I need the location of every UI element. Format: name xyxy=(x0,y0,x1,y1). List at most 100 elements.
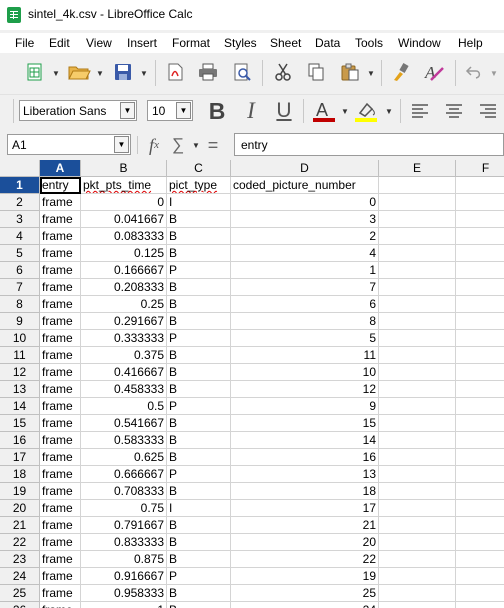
row-header[interactable]: 26 xyxy=(0,602,40,608)
row-header[interactable]: 3 xyxy=(0,211,40,228)
cell[interactable]: frame xyxy=(40,415,81,432)
undo-icon[interactable] xyxy=(462,61,486,83)
cell[interactable]: frame xyxy=(40,364,81,381)
cell[interactable] xyxy=(379,415,456,432)
cell[interactable] xyxy=(456,585,504,602)
row-header[interactable]: 21 xyxy=(0,517,40,534)
cell[interactable]: coded_picture_number xyxy=(231,177,379,194)
cell[interactable]: frame xyxy=(40,466,81,483)
cell[interactable]: B xyxy=(167,347,231,364)
clone-formatting-icon[interactable] xyxy=(389,61,413,83)
cell[interactable]: 19 xyxy=(231,568,379,585)
cell[interactable]: 13 xyxy=(231,466,379,483)
chevron-down-icon[interactable]: ▼ xyxy=(120,102,135,119)
font-color-dropdown-icon[interactable]: ▼ xyxy=(341,107,349,116)
cell[interactable]: frame xyxy=(40,245,81,262)
cell[interactable]: 0.041667 xyxy=(81,211,167,228)
cell[interactable]: 16 xyxy=(231,449,379,466)
cell[interactable]: 5 xyxy=(231,330,379,347)
cell[interactable] xyxy=(379,364,456,381)
cell[interactable] xyxy=(379,262,456,279)
highlight-color-icon[interactable] xyxy=(353,99,379,123)
italic-icon[interactable]: I xyxy=(239,98,263,123)
cell[interactable]: frame xyxy=(40,381,81,398)
cell[interactable]: frame xyxy=(40,585,81,602)
cell[interactable]: 0.708333 xyxy=(81,483,167,500)
cell[interactable]: 11 xyxy=(231,347,379,364)
cell[interactable] xyxy=(456,517,504,534)
paste-icon[interactable] xyxy=(337,61,363,83)
cell[interactable] xyxy=(379,483,456,500)
cell[interactable]: 0.375 xyxy=(81,347,167,364)
row-header[interactable]: 6 xyxy=(0,262,40,279)
paste-dropdown-icon[interactable]: ▼ xyxy=(367,69,375,78)
cell[interactable]: B xyxy=(167,585,231,602)
cell[interactable]: B xyxy=(167,415,231,432)
menu-file[interactable]: File xyxy=(15,36,34,50)
spreadsheet-grid[interactable]: A B C D E F 1 entry pkt_pts_time pict_type c… xyxy=(0,160,504,608)
cell[interactable]: 8 xyxy=(231,313,379,330)
cell[interactable]: frame xyxy=(40,534,81,551)
font-size-combobox[interactable]: 10 ▼ xyxy=(147,100,193,121)
cell[interactable] xyxy=(379,381,456,398)
cell[interactable] xyxy=(379,568,456,585)
cell[interactable] xyxy=(456,500,504,517)
cell[interactable]: frame xyxy=(40,194,81,211)
row-header[interactable]: 11 xyxy=(0,347,40,364)
export-pdf-icon[interactable] xyxy=(164,61,186,83)
cell[interactable]: 0 xyxy=(81,194,167,211)
cell[interactable]: 3 xyxy=(231,211,379,228)
cell[interactable]: 0.875 xyxy=(81,551,167,568)
cell[interactable] xyxy=(456,398,504,415)
cell[interactable]: 1 xyxy=(231,262,379,279)
column-header-c[interactable]: C xyxy=(167,160,231,177)
menu-tools[interactable]: Tools xyxy=(355,36,383,50)
cell[interactable] xyxy=(379,296,456,313)
column-header-d[interactable]: D xyxy=(231,160,379,177)
cell[interactable]: P xyxy=(167,568,231,585)
new-dropdown-icon[interactable]: ▼ xyxy=(52,69,60,78)
cell[interactable]: frame xyxy=(40,449,81,466)
cell[interactable]: 0 xyxy=(231,194,379,211)
cell[interactable]: frame xyxy=(40,500,81,517)
cell[interactable]: frame xyxy=(40,330,81,347)
row-header[interactable]: 8 xyxy=(0,296,40,313)
underline-icon[interactable]: U xyxy=(272,99,296,123)
menu-styles[interactable]: Styles xyxy=(224,36,257,50)
cell[interactable]: B xyxy=(167,602,231,608)
row-header[interactable]: 10 xyxy=(0,330,40,347)
cell[interactable]: frame xyxy=(40,483,81,500)
row-header[interactable]: 17 xyxy=(0,449,40,466)
row-header[interactable]: 2 xyxy=(0,194,40,211)
chevron-down-icon[interactable]: ▼ xyxy=(114,136,129,153)
cell[interactable] xyxy=(456,551,504,568)
row-header[interactable]: 22 xyxy=(0,534,40,551)
cell[interactable]: B xyxy=(167,313,231,330)
save-dropdown-icon[interactable]: ▼ xyxy=(140,69,148,78)
cell[interactable] xyxy=(379,602,456,608)
cell[interactable]: 0.5 xyxy=(81,398,167,415)
cell[interactable]: B xyxy=(167,551,231,568)
cell[interactable]: I xyxy=(167,194,231,211)
cell[interactable]: 15 xyxy=(231,415,379,432)
cell[interactable]: 1 xyxy=(81,602,167,608)
cell[interactable]: B xyxy=(167,296,231,313)
cell[interactable]: 0.541667 xyxy=(81,415,167,432)
cell[interactable]: P xyxy=(167,398,231,415)
cell[interactable]: 6 xyxy=(231,296,379,313)
cell[interactable]: 0.916667 xyxy=(81,568,167,585)
cell[interactable]: 2 xyxy=(231,228,379,245)
cell[interactable] xyxy=(379,347,456,364)
sum-icon[interactable]: ∑ xyxy=(170,134,186,156)
cell[interactable]: 0.791667 xyxy=(81,517,167,534)
cell[interactable]: 0.416667 xyxy=(81,364,167,381)
cell[interactable] xyxy=(456,534,504,551)
cell[interactable] xyxy=(456,194,504,211)
column-header-a[interactable]: A xyxy=(40,160,81,177)
highlight-dropdown-icon[interactable]: ▼ xyxy=(385,107,393,116)
copy-icon[interactable] xyxy=(304,61,328,83)
cell[interactable] xyxy=(456,211,504,228)
cell[interactable] xyxy=(456,415,504,432)
row-header[interactable]: 18 xyxy=(0,466,40,483)
cell[interactable] xyxy=(456,602,504,608)
